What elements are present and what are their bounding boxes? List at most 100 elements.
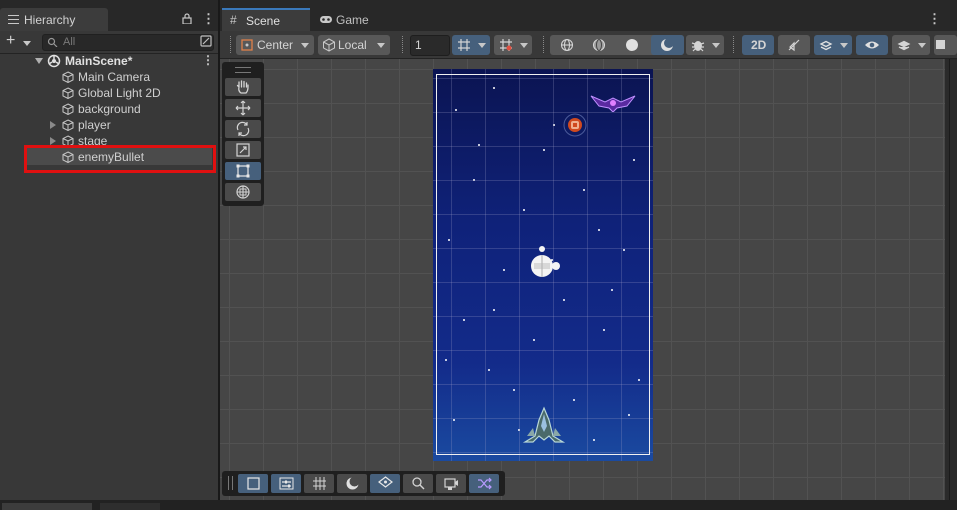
enemy-ship-sprite[interactable]	[589, 94, 637, 112]
tab-game-label: Game	[336, 13, 369, 27]
more-options-icon[interactable]: ⋮	[928, 11, 941, 27]
local-cube-icon	[323, 38, 335, 52]
tab-hierarchy-label: Hierarchy	[24, 13, 76, 27]
tab-hierarchy[interactable]: Hierarchy	[0, 8, 108, 31]
layers-diamond-icon	[378, 476, 393, 488]
selection-gizmo[interactable]	[524, 244, 564, 284]
panel-divider[interactable]	[949, 59, 957, 500]
moon-icon	[346, 476, 360, 490]
transform-combined-icon	[236, 185, 250, 199]
transform-tool[interactable]	[225, 183, 261, 201]
pivot-mode-dropdown[interactable]: Center	[236, 35, 314, 55]
search-input[interactable]: All	[42, 34, 214, 51]
2d-mode-toggle[interactable]: 2D	[742, 35, 774, 55]
shaded-wireframe-icon[interactable]	[592, 38, 606, 52]
search-placeholder: All	[63, 36, 76, 48]
2d-mode-label: 2D	[751, 38, 767, 52]
gizmos-dropdown[interactable]	[686, 35, 724, 55]
scene-more-options-icon[interactable]: ⋮	[202, 53, 214, 67]
hand-icon	[236, 80, 249, 94]
expand-arrow-icon[interactable]	[35, 58, 43, 64]
rect-tool[interactable]	[225, 162, 261, 180]
palette-grip[interactable]	[235, 67, 251, 73]
grid-snapping-icon	[500, 39, 512, 51]
audio-toggle[interactable]	[778, 35, 810, 55]
grid-snap-field[interactable]: 1	[410, 35, 450, 56]
tab-console[interactable]	[100, 503, 160, 510]
scene-visibility-toggle[interactable]	[856, 35, 888, 55]
tab-project[interactable]	[2, 503, 92, 510]
camera-icon	[444, 478, 458, 490]
overlay-camera-button[interactable]	[436, 474, 466, 493]
overlay-shuffle-button[interactable]	[469, 474, 499, 493]
toolbar-grip	[543, 36, 546, 53]
overlay-search-button[interactable]	[403, 474, 433, 493]
enemy-bullet-sprite[interactable]	[562, 112, 588, 138]
camera-settings-button[interactable]	[934, 35, 957, 55]
moon-icon	[661, 38, 674, 51]
overlay-grid-button[interactable]	[304, 474, 334, 493]
rect-transform-icon	[236, 164, 250, 178]
lock-icon[interactable]	[182, 13, 192, 24]
overlay-toolbar	[222, 471, 505, 496]
more-options-icon[interactable]: ⋮	[202, 11, 215, 27]
camera-settings-icon	[936, 40, 945, 49]
chevron-down-icon	[712, 43, 720, 48]
magnifier-icon	[412, 477, 425, 490]
layers-dropdown[interactable]	[892, 35, 930, 55]
hierarchy-item-main-camera[interactable]: Main Camera	[0, 69, 218, 85]
hierarchy-item-global-light-2d[interactable]: Global Light 2D	[0, 85, 218, 101]
chevron-down-icon[interactable]	[23, 41, 31, 46]
layers-icon	[897, 40, 911, 51]
grid-hatch-icon	[313, 477, 326, 490]
overlay-rect-button[interactable]	[238, 474, 268, 493]
hierarchy-item-label: background	[78, 102, 141, 116]
overlay-toolbar-grip[interactable]	[228, 476, 233, 490]
effects-dropdown[interactable]	[814, 35, 852, 55]
toolbar-grip	[230, 36, 233, 53]
gameobject-cube-icon	[62, 135, 74, 147]
chevron-down-icon	[520, 43, 528, 48]
grid-snapping-dropdown[interactable]	[494, 35, 532, 55]
move-tool[interactable]	[225, 99, 261, 117]
scene-root-row[interactable]: MainScene* ⋮	[0, 53, 218, 69]
overlay-layers-button[interactable]	[370, 474, 400, 493]
rotate-tool[interactable]	[225, 120, 261, 138]
overlay-lighting-button[interactable]	[337, 474, 367, 493]
rotate-icon	[236, 121, 250, 137]
grid-hash-icon: #	[230, 13, 237, 27]
hierarchy-item-stage[interactable]: stage	[0, 133, 218, 149]
hierarchy-item-player[interactable]: player	[0, 117, 218, 133]
scene-visibility-icon[interactable]	[200, 35, 212, 47]
scene-name-label: MainScene*	[65, 54, 133, 68]
hand-tool[interactable]	[225, 78, 261, 96]
pivot-space-label: Local	[338, 38, 367, 52]
pivot-space-dropdown[interactable]: Local	[318, 35, 390, 55]
rect-select-icon	[247, 477, 260, 490]
hierarchy-item-enemy-bullet[interactable]: enemyBullet	[0, 149, 218, 165]
player-ship-sprite[interactable]	[519, 406, 569, 446]
grid-visibility-dropdown[interactable]	[452, 35, 490, 55]
tab-scene[interactable]: # Scene	[222, 8, 310, 31]
bug-icon	[691, 41, 705, 52]
mute-audio-icon	[788, 39, 800, 52]
search-icon	[47, 37, 58, 47]
lighting-toggle[interactable]	[651, 35, 684, 55]
expand-arrow-icon[interactable]	[50, 121, 56, 129]
toolbar-grip	[733, 36, 736, 53]
sliders-icon	[279, 477, 294, 490]
hierarchy-item-background[interactable]: background	[0, 101, 218, 117]
shaded-sphere-icon[interactable]	[625, 38, 639, 52]
gameobject-cube-icon	[62, 71, 74, 83]
add-icon[interactable]: +	[6, 33, 15, 49]
hierarchy-item-label: Main Camera	[78, 70, 151, 84]
grid-snap-value: 1	[415, 38, 422, 52]
chevron-down-icon	[840, 43, 848, 48]
hierarchy-item-label: player	[78, 118, 111, 132]
expand-arrow-icon[interactable]	[50, 137, 56, 145]
shuffle-icon	[478, 477, 492, 490]
scale-tool[interactable]	[225, 141, 261, 159]
wireframe-globe-icon[interactable]	[560, 38, 574, 52]
overlay-sliders-button[interactable]	[271, 474, 301, 493]
tab-game[interactable]: Game	[312, 8, 392, 31]
